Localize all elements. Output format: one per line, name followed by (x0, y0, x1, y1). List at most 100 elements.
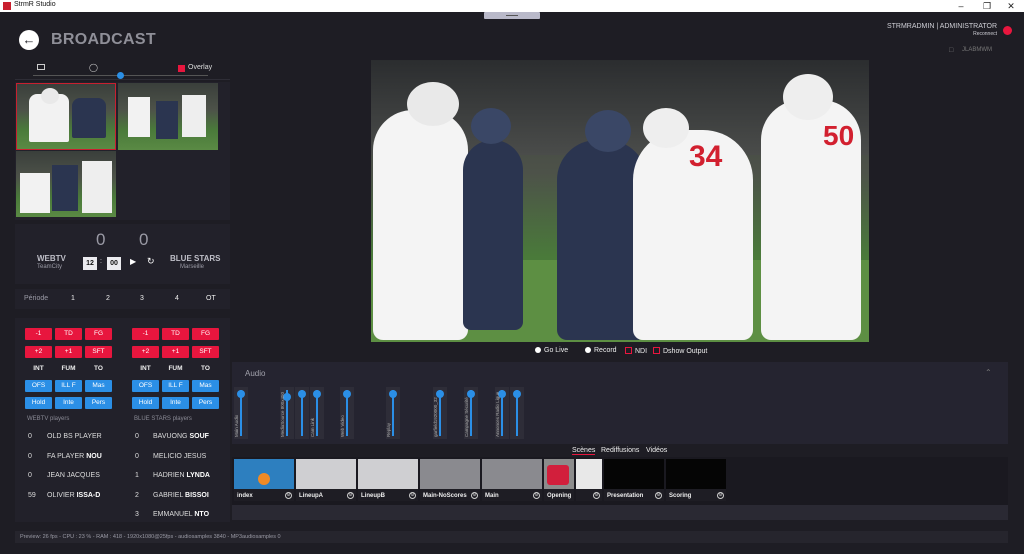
home-action-minus1[interactable]: -1 (25, 328, 52, 340)
home-action-ofs[interactable]: OFS (25, 380, 52, 392)
away-action-fum[interactable]: FUM (162, 363, 189, 375)
overlay-checkbox[interactable] (178, 65, 185, 72)
away-action-sft[interactable]: SFT (192, 346, 219, 358)
audio-channel-main[interactable]: Main Audio (234, 387, 248, 439)
tab-rediffusions[interactable]: Rediffusions (601, 447, 639, 454)
home-action-fum[interactable]: FUM (55, 363, 82, 375)
gear-icon[interactable]: ⚙ (533, 492, 540, 499)
scene-scoring[interactable]: Scoring ⚙ (666, 459, 726, 501)
away-player-row[interactable]: EMMANUEL NTO (153, 511, 219, 518)
scene-main-noscores[interactable]: Main-NoScores ⚙ (420, 459, 480, 501)
audio-channel-extra[interactable] (510, 387, 524, 439)
home-player-row[interactable]: JEAN JACQUES (47, 472, 100, 479)
reset-clock-icon[interactable]: ↻ (147, 256, 155, 267)
gear-icon[interactable]: ⚙ (347, 492, 354, 499)
away-action-plus2[interactable]: +2 (132, 346, 159, 358)
home-player-row[interactable]: FA PLAYER NOU (47, 453, 102, 460)
gear-icon[interactable]: ⚙ (655, 492, 662, 499)
away-player-row[interactable]: HADRIEN LYNDA (153, 472, 219, 479)
home-action-ill[interactable]: ILL F (55, 380, 82, 392)
home-action-hold[interactable]: Hold (25, 397, 52, 409)
gear-icon[interactable]: ⚙ (593, 492, 600, 499)
home-action-pers[interactable]: Pers (85, 397, 112, 409)
periode-2[interactable]: 2 (106, 295, 110, 302)
clock-minutes[interactable]: 12 (83, 257, 97, 270)
reconnect-link[interactable]: Reconnect (973, 31, 997, 37)
source-thumb-1[interactable] (16, 83, 116, 150)
record-toggle[interactable]: Record (585, 347, 617, 354)
away-action-fg[interactable]: FG (192, 328, 219, 340)
periode-ot[interactable]: OT (206, 295, 216, 302)
home-action-mas[interactable]: Mas (85, 380, 112, 392)
gear-icon[interactable]: ⚙ (471, 492, 478, 499)
tab-scenes[interactable]: Scènes (572, 447, 596, 455)
away-player-row[interactable]: MELICIO JESUS (153, 453, 219, 460)
program-preview[interactable]: 34 50 (371, 60, 869, 342)
away-player-row[interactable]: BAVUONG SOUF (153, 433, 219, 440)
scene-lineupa[interactable]: LineupA ⚙ (296, 459, 356, 501)
scene-main[interactable]: Main ⚙ (482, 459, 542, 501)
periode-1[interactable]: 1 (71, 295, 75, 302)
home-action-fg[interactable]: FG (85, 328, 112, 340)
gear-icon[interactable]: ⚙ (409, 492, 416, 499)
away-action-int[interactable]: INT (132, 363, 159, 375)
clock-seconds[interactable]: 00 (107, 257, 121, 270)
away-action-mas[interactable]: Mas (192, 380, 219, 392)
gear-icon[interactable]: ⚙ (285, 492, 292, 499)
home-action-sft[interactable]: SFT (85, 346, 112, 358)
maximize-button[interactable]: ❐ (974, 0, 1000, 12)
audio-channel-replay[interactable]: Replay (386, 387, 400, 439)
home-action-td[interactable]: TD (55, 328, 82, 340)
audio-channel-mediasource[interactable]: MediaSource 800x450 (280, 387, 294, 439)
back-button[interactable]: ← (19, 30, 39, 50)
audio-channel-webvideo[interactable]: Web Video (340, 387, 354, 439)
scene-scrollbar[interactable] (232, 505, 1008, 520)
home-action-plus2[interactable]: +2 (25, 346, 52, 358)
home-action-plus1[interactable]: +1 (55, 346, 82, 358)
home-action-inte[interactable]: Inte (55, 397, 82, 409)
play-icon[interactable]: ▶ (130, 257, 136, 266)
scene-presentation[interactable]: Presentation ⚙ (604, 459, 664, 501)
home-score[interactable]: 0 (96, 230, 105, 250)
away-action-plus1[interactable]: +1 (162, 346, 189, 358)
drag-handle[interactable] (484, 12, 540, 19)
scene-opening[interactable]: Opening (544, 459, 574, 501)
gear-icon[interactable]: ⚙ (717, 492, 724, 499)
away-action-ofs[interactable]: OFS (132, 380, 159, 392)
scene-thumb-unnamed[interactable]: ⚙ (576, 459, 602, 501)
camera-icon[interactable] (37, 64, 45, 70)
home-player-row[interactable]: OLD BS PLAYER (47, 433, 102, 440)
away-action-to[interactable]: TO (192, 363, 219, 375)
audio-channel-annonces[interactable]: Annonces Radio Ligue (495, 387, 509, 439)
home-action-to[interactable]: TO (85, 363, 112, 375)
audio-channel-camlink[interactable]: Cam Link (310, 387, 324, 439)
periode-4[interactable]: 4 (175, 295, 179, 302)
dshow-checkbox[interactable]: Dshow Output (653, 347, 707, 355)
close-button[interactable]: ✕ (998, 0, 1024, 12)
minimize-button[interactable]: – (948, 0, 974, 12)
away-action-pers[interactable]: Pers (192, 397, 219, 409)
audio-channel-spacer[interactable] (295, 387, 309, 439)
source-thumb-3[interactable] (16, 151, 116, 217)
away-action-td[interactable]: TD (162, 328, 189, 340)
person-icon[interactable]: ◯ (89, 63, 98, 72)
home-action-int[interactable]: INT (25, 363, 52, 375)
home-player-row[interactable]: OLIVIER ISSA-D (47, 492, 100, 499)
tab-videos[interactable]: Vidéos (646, 447, 667, 454)
chevron-up-icon[interactable]: ⌃ (985, 368, 992, 377)
away-action-minus1[interactable]: -1 (132, 328, 159, 340)
ndi-checkbox[interactable]: NDI (625, 347, 647, 355)
audio-channel-campagne[interactable]: Campagne Sécurité (464, 387, 478, 439)
scene-index[interactable]: index ⚙ (234, 459, 294, 501)
go-live-toggle[interactable]: Go Live (535, 347, 568, 354)
away-player-row[interactable]: GABRIEL BISSOI (153, 492, 219, 499)
away-action-ill[interactable]: ILL F (162, 380, 189, 392)
periode-3[interactable]: 3 (140, 295, 144, 302)
away-action-inte[interactable]: Inte (162, 397, 189, 409)
source-slider-knob[interactable] (117, 72, 124, 79)
audio-channel-garfield[interactable]: garfield1920000_32 (433, 387, 447, 439)
away-score[interactable]: 0 (139, 230, 148, 250)
scene-lineupb[interactable]: LineupB ⚙ (358, 459, 418, 501)
away-action-hold[interactable]: Hold (132, 397, 159, 409)
source-thumb-2[interactable] (118, 83, 218, 150)
